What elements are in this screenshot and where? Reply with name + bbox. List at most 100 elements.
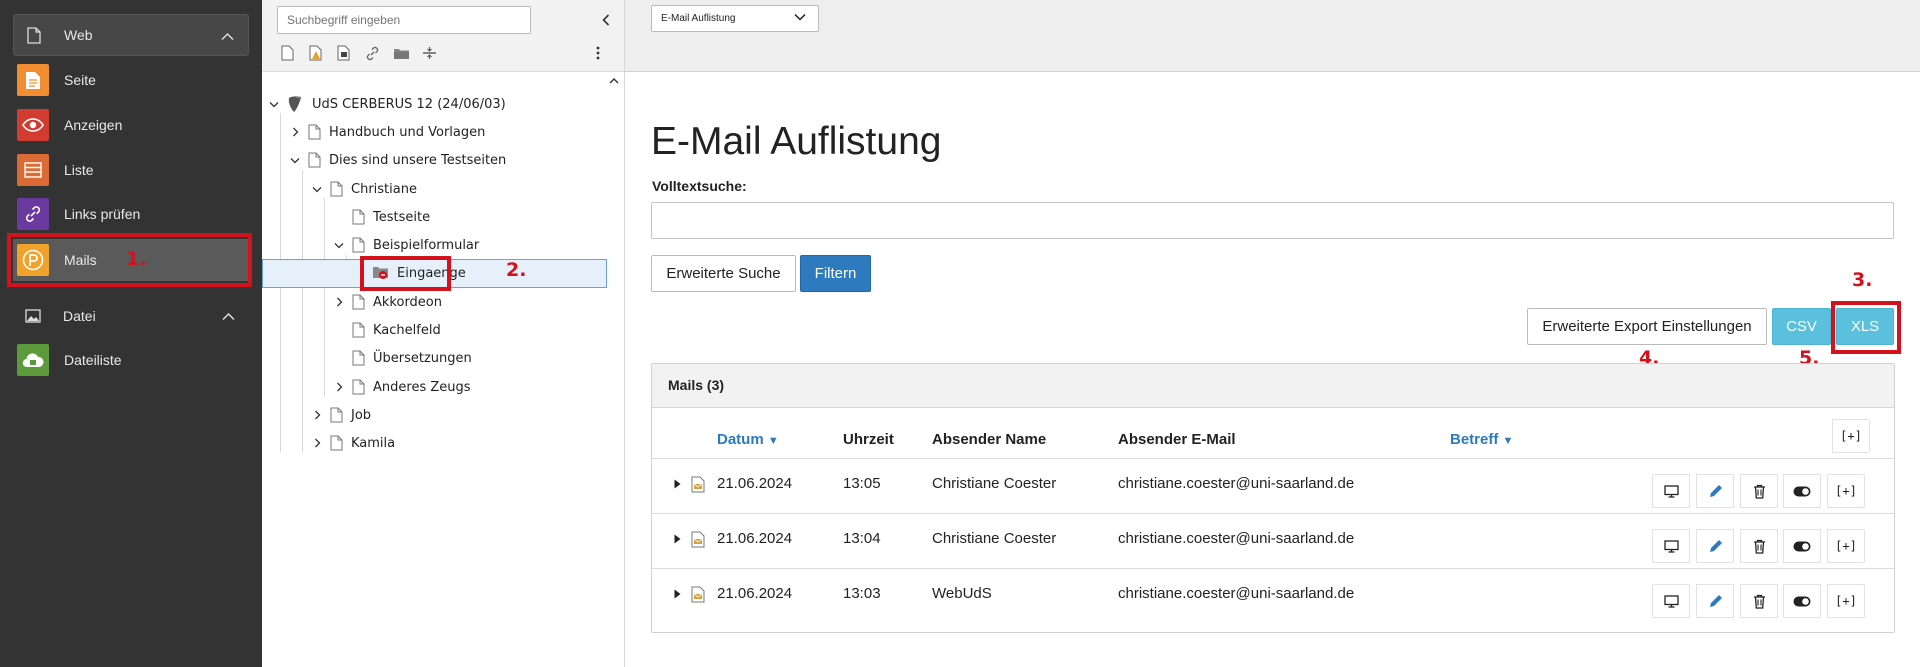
tree-node-label: Kachelfeld <box>373 322 441 338</box>
edit-button[interactable] <box>1696 474 1734 508</box>
chevron-right-icon[interactable] <box>333 381 345 393</box>
annotation-box-3 <box>1831 301 1901 354</box>
pencil-icon <box>1709 539 1722 552</box>
view-button[interactable] <box>1652 529 1690 563</box>
plus-brackets-icon: [+] <box>1835 539 1857 553</box>
page-icon <box>352 350 366 366</box>
scroll-up-icon[interactable] <box>607 74 621 86</box>
delete-button[interactable] <box>1740 474 1778 508</box>
mail-file-icon <box>691 586 705 603</box>
module-item-dateiliste[interactable]: Dateiliste <box>17 342 247 378</box>
page-icon <box>330 435 344 451</box>
chevron-down-icon[interactable] <box>333 239 345 251</box>
more-button[interactable]: [+] <box>1827 584 1865 618</box>
column-header-email: Absender E-Mail <box>1118 431 1236 448</box>
chevron-up-icon[interactable] <box>222 308 235 324</box>
new-page-doktype-icon[interactable] <box>306 44 326 62</box>
cell-date: 21.06.2024 <box>717 530 793 547</box>
tree-node[interactable]: Christiane <box>311 177 417 201</box>
chevron-up-icon[interactable] <box>221 28 234 44</box>
search-label: Volltextsuche: <box>652 178 747 194</box>
view-button[interactable] <box>1652 474 1690 508</box>
tree-root-node[interactable]: UdS CERBERUS 12 (24/06/03) <box>268 92 506 116</box>
toggle-on-icon <box>1793 486 1811 496</box>
chevron-down-icon[interactable] <box>289 154 301 166</box>
monitor-icon <box>1663 594 1679 608</box>
tree-node[interactable]: Testseite <box>352 205 430 229</box>
expand-right-icon[interactable] <box>672 588 682 600</box>
toggle-button[interactable] <box>1783 584 1821 618</box>
view-button[interactable] <box>1652 584 1690 618</box>
tree-node-label: Testseite <box>373 209 431 225</box>
tree-node[interactable]: Akkordeon <box>333 290 442 314</box>
module-item-label: Seite <box>64 72 96 88</box>
monitor-icon <box>1663 484 1679 498</box>
more-button[interactable]: [+] <box>1827 529 1865 563</box>
filter-button[interactable]: Filtern <box>800 255 871 292</box>
cell-email: christiane.coester@uni-saarland.de <box>1118 585 1355 602</box>
chevron-right-icon[interactable] <box>311 409 323 421</box>
tree-node[interactable]: Beispielformular <box>333 233 479 257</box>
view-select[interactable]: E-Mail Auflistung <box>651 5 819 32</box>
delete-button[interactable] <box>1740 584 1778 618</box>
toggle-button[interactable] <box>1783 529 1821 563</box>
column-header-uhrzeit: Uhrzeit <box>843 431 894 448</box>
fulltext-search-input[interactable] <box>651 202 1894 239</box>
chevron-right-icon[interactable] <box>289 126 301 138</box>
page-icon <box>330 407 344 423</box>
toggle-button[interactable] <box>1783 474 1821 508</box>
tree-node[interactable]: Kamila <box>311 431 395 455</box>
module-group-web[interactable]: Web <box>13 14 249 56</box>
panel-title: Mails (3) <box>652 364 1894 408</box>
column-add-button[interactable]: [+] <box>1832 419 1870 453</box>
plus-brackets-icon: [+] <box>1835 594 1857 608</box>
tree-node-label: Job <box>351 407 372 423</box>
chevron-down-icon[interactable] <box>311 183 323 195</box>
tree-guide-line <box>324 198 325 397</box>
chevron-right-icon[interactable] <box>333 296 345 308</box>
tree-node-label: Übersetzungen <box>373 350 472 366</box>
folder-icon[interactable] <box>391 44 411 62</box>
expand-right-icon[interactable] <box>672 533 682 545</box>
advanced-search-button[interactable]: Erweiterte Suche <box>651 255 796 292</box>
mail-file-icon <box>691 476 705 493</box>
link-icon[interactable] <box>362 44 382 62</box>
csv-export-button[interactable]: CSV <box>1772 308 1831 345</box>
more-vertical-icon[interactable] <box>588 44 608 62</box>
tree-search-input[interactable] <box>277 6 531 34</box>
module-item-seite[interactable]: Seite <box>17 62 247 98</box>
module-group-datei[interactable]: Datei <box>13 295 249 337</box>
tree-node[interactable]: Job <box>311 403 371 427</box>
sort-down-icon: ▼ <box>767 435 779 447</box>
delete-button[interactable] <box>1740 529 1778 563</box>
chevron-right-icon[interactable] <box>311 437 323 449</box>
export-settings-button[interactable]: Erweiterte Export Einstellungen <box>1527 308 1767 345</box>
module-item-liste[interactable]: Liste <box>17 152 247 188</box>
plus-brackets-icon: [+] <box>1835 484 1857 498</box>
edit-button[interactable] <box>1696 584 1734 618</box>
cell-name: Christiane Coester <box>932 530 1057 547</box>
list-icon <box>17 154 49 186</box>
tree-node[interactable]: Dies sind unsere Testseiten <box>289 148 506 172</box>
more-button[interactable]: [+] <box>1827 474 1865 508</box>
tree-node[interactable]: Übersetzungen <box>352 346 472 370</box>
tree-node[interactable]: Handbuch und Vorlagen <box>289 120 485 144</box>
module-item-links-pruefen[interactable]: Links prüfen <box>17 196 247 232</box>
tree-node[interactable]: Anderes Zeugs <box>333 375 471 399</box>
new-page-icon[interactable] <box>277 44 297 62</box>
column-header-betreff[interactable]: Betreff ▼ <box>1450 431 1513 448</box>
divider-icon[interactable] <box>419 44 439 62</box>
expand-right-icon[interactable] <box>672 478 682 490</box>
tree-node[interactable]: Kachelfeld <box>352 318 441 342</box>
column-header-name: Absender Name <box>932 431 1047 448</box>
page-title: E-Mail Auflistung <box>651 120 942 163</box>
chevron-down-icon[interactable] <box>268 98 280 110</box>
new-page-content-icon[interactable] <box>334 44 354 62</box>
module-item-label: Liste <box>64 162 94 178</box>
module-group-datei-label: Datei <box>63 308 96 324</box>
column-header-datum[interactable]: Datum ▼ <box>717 431 779 448</box>
module-item-anzeigen[interactable]: Anzeigen <box>17 107 247 143</box>
view-select-value: E-Mail Auflistung <box>661 13 736 24</box>
edit-button[interactable] <box>1696 529 1734 563</box>
chevron-left-icon[interactable] <box>596 10 616 30</box>
